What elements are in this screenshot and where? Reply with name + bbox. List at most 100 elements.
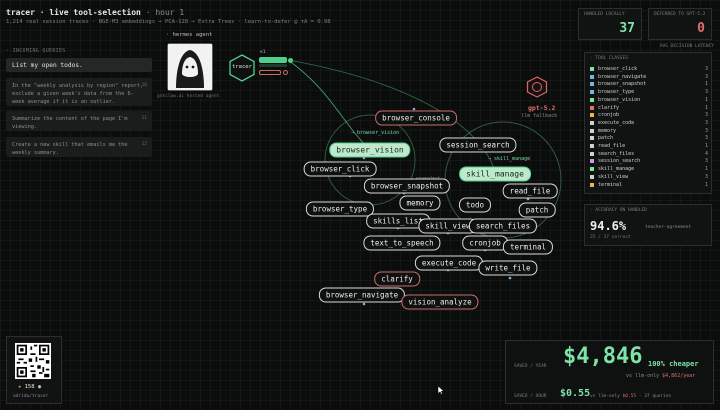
tool-node-write-file[interactable]: write_file [478,260,538,276]
tool-class-count: 3 [704,89,708,96]
tool-class-swatch [590,74,594,79]
vision-cluster-label: ⇢ browser_vision [351,130,400,136]
gpt-fallback-icon [526,76,548,98]
tool-class-name: terminal [598,181,623,188]
vs-llm-hour-value: $0.55 [622,394,637,399]
tool-class-count: 3 [704,127,708,134]
tool-class-count: 3 [704,173,708,180]
tool-node-search-files[interactable]: search_files [468,218,538,234]
tool-node-execute-code[interactable]: execute_code [414,255,484,271]
tool-class-row: browser_type 3 [590,89,708,96]
tool-class-count: 1 [704,166,708,173]
tool-class-row: patch 3 [590,135,708,142]
tool-classes-heading: · TOOL CLASSES [590,56,628,61]
tool-class-count: 1 [704,81,708,88]
tool-node-patch[interactable]: patch [518,202,556,218]
tool-class-row: terminal 1 [590,182,708,189]
manage-cluster-label: ⇢ skill_manage [488,156,531,162]
tool-node-terminal[interactable]: terminal [502,239,554,255]
tool-class-swatch [590,120,594,125]
tool-node-browser-navigate[interactable]: browser_navigate [318,287,406,303]
tool-class-row: browser_navigate 3 [590,74,708,81]
vs-llm-hour-prefix: vs llm-only [590,394,620,399]
tool-class-row: browser_snapshot 1 [590,81,708,88]
handled-locally-label: HANDLED LOCALLY [584,12,625,17]
repo-name[interactable]: adrida/tracer [13,394,48,399]
tool-class-name: skill_manage [598,166,635,173]
tool-class-name: skill_view [598,173,629,180]
tool-class-row: clarify 1 [590,105,708,112]
tool-class-swatch [590,136,594,141]
tool-class-count: 3 [704,135,708,142]
latency-label: AVG DECISION LATENCY [659,44,714,49]
mouse-cursor-icon [437,385,445,395]
star-count: 158 [24,384,35,390]
tool-class-swatch [590,174,594,179]
tool-class-name: browser_snapshot [598,81,647,88]
tool-node-vision-analyze[interactable]: vision_analyze [401,294,479,310]
tool-node-session-search[interactable]: session_search [439,137,517,153]
route-link [287,59,371,151]
vs-llm-hour: vs llm-only $0.55 · 37 queries [590,394,671,399]
saved-year-value: $4,846 [563,344,643,369]
saved-hour-value: $0.55 [560,388,591,399]
tool-node-browser-vision[interactable]: browser_vision [329,142,411,158]
tool-class-name: patch [598,135,614,142]
tool-class-name: execute_code [598,119,635,126]
tool-node-skill-manage[interactable]: skill_manage [459,166,531,182]
tool-class-name: cronjob [598,112,620,119]
tool-class-swatch [590,82,594,87]
cheaper-percent: 100% cheaper [648,360,699,368]
tool-node-text-to-speech[interactable]: text_to_speech [363,235,441,251]
tool-class-count: 3 [704,119,708,126]
tool-class-name: browser_type [598,89,635,96]
tool-class-count: 1 [704,143,708,149]
tool-node-memory[interactable]: memory [399,195,441,211]
tool-node-read-file[interactable]: read_file [502,183,558,199]
tool-class-count: 1 [704,181,708,188]
tool-class-row: skill_manage 1 [590,166,708,173]
tool-class-row: execute_code 3 [590,120,708,127]
tool-class-row: read_file 1 [590,143,708,150]
tool-class-count: 3 [704,66,708,72]
tool-class-swatch [590,113,594,118]
tool-class-count: 1 [704,96,708,103]
tool-node-cronjob[interactable]: cronjob [462,235,508,251]
tool-node-clarify[interactable]: clarify [374,271,420,287]
tool-class-count: 4 [704,150,708,157]
accuracy-sub: teacher-agreement [645,225,692,230]
deferred-label: DEFERRED TO GPT-5.2 [654,12,706,17]
handled-locally-card: HANDLED LOCALLY 37 [578,8,642,40]
deferred-value: 0 [697,21,705,36]
handled-locally-value: 37 [619,21,635,36]
accuracy-heading: · ACCURACY ON HANDLED [590,208,647,213]
tool-class-count: 1 [704,104,708,111]
fallback-model-sub: llm fallback [521,113,558,119]
saved-hour-label: SAVED / HOUR [514,394,547,399]
tool-class-name: search_files [598,150,635,157]
tool-class-count: 3 [704,112,708,119]
tool-class-swatch [590,167,594,172]
tool-node-browser-snapshot[interactable]: browser_snapshot [363,178,451,194]
accuracy-value: 94.6% [590,219,627,233]
vs-llm-year-prefix: vs llm-only [626,373,660,379]
accuracy-correct: 35 / 37 correct [590,235,631,240]
vs-llm-hour-suffix: · 37 queries [638,394,672,399]
deferred-card: DEFERRED TO GPT-5.2 0 [648,8,712,40]
tool-class-count: 3 [704,158,708,165]
tool-class-name: read_file [598,143,626,149]
tool-class-name: memory [598,127,617,134]
tool-class-name: browser_click [598,66,638,72]
tool-node-browser-type[interactable]: browser_type [305,201,375,217]
tool-class-swatch [590,128,594,133]
tool-class-swatch [590,151,594,156]
qr-code-icon[interactable] [15,343,51,379]
tool-node-todo[interactable]: todo [458,197,492,213]
tool-node-browser-click[interactable]: browser_click [303,161,377,177]
github-stars[interactable]: ★ 158 ◉ [18,384,41,390]
tool-class-row: browser_vision 1 [590,97,708,104]
saved-year-label: SAVED / YEAR [514,364,547,369]
tool-class-row: search_files 4 [590,151,708,158]
tool-class-swatch [590,159,594,164]
tool-node-browser-console[interactable]: browser_console [375,110,457,126]
